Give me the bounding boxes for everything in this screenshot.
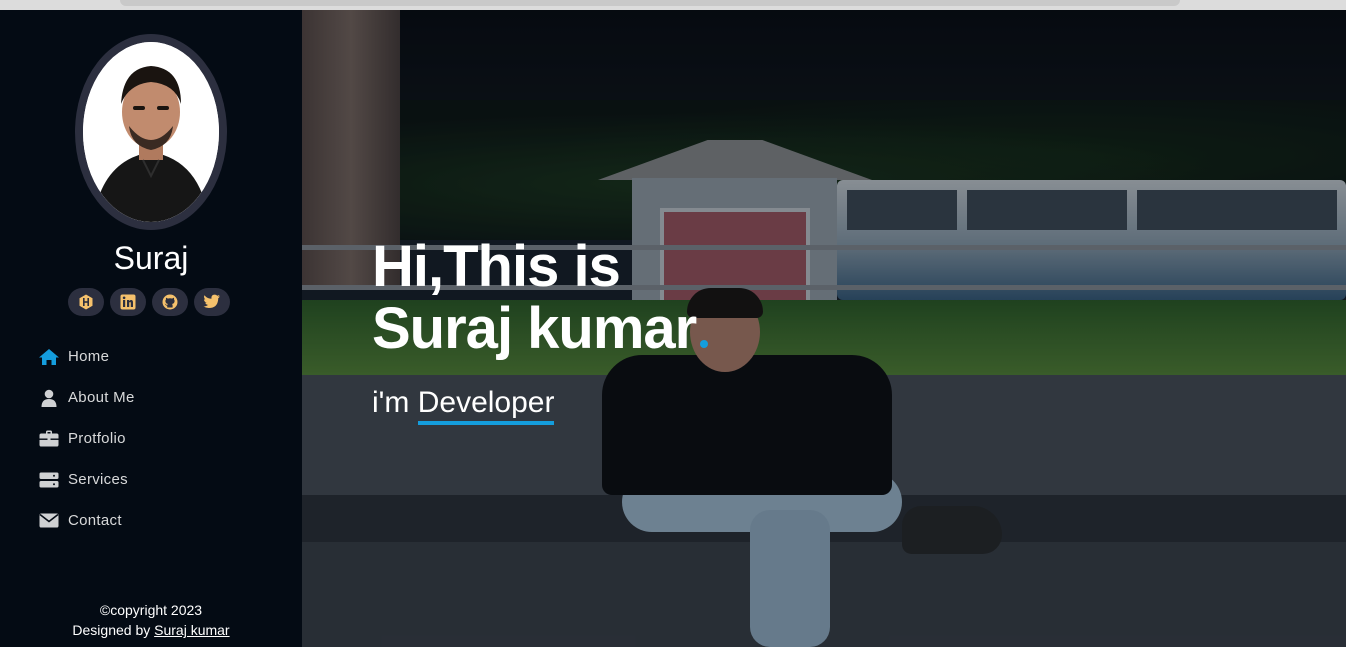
copyright-text: ©copyright 2023	[99, 602, 203, 618]
nav-item-contact[interactable]: Contact	[38, 500, 135, 541]
hashnode-icon	[79, 294, 93, 310]
hero-section: Hi,This is Suraj kumar i'm Developer	[302, 10, 1346, 647]
nav-item-services[interactable]: Services	[38, 459, 135, 500]
twitter-link[interactable]	[194, 288, 230, 316]
nav-item-about[interactable]: About Me	[38, 377, 135, 418]
github-link[interactable]	[152, 288, 188, 316]
accent-dot	[700, 340, 709, 348]
home-icon	[38, 348, 60, 366]
avatar-frame	[75, 34, 227, 230]
nav-item-label: About Me	[68, 389, 135, 406]
nav-item-label: Home	[68, 348, 110, 365]
hero-title-line2: Suraj kumar	[372, 296, 697, 361]
hero-title: Hi,This is Suraj kumar	[372, 234, 709, 361]
hero-title-line2-wrap: Suraj kumar	[372, 296, 709, 361]
social-links	[68, 288, 230, 316]
linkedin-icon	[120, 294, 136, 310]
author-link[interactable]: Suraj kumar	[154, 622, 229, 638]
envelope-icon	[38, 513, 60, 528]
nav-item-label: Contact	[68, 512, 122, 529]
nav-item-portfolio[interactable]: Protfolio	[38, 418, 135, 459]
browser-tab-bar	[120, 0, 1180, 6]
hero-prefix: i'm	[372, 386, 410, 419]
hero-title-line1: Hi,This is	[372, 234, 621, 299]
avatar-portrait	[83, 42, 219, 222]
hero-subtitle: i'm Developer	[372, 386, 555, 425]
server-icon	[38, 472, 60, 488]
profile-name: Suraj	[113, 240, 189, 276]
nav-item-home[interactable]: Home	[38, 336, 135, 377]
designer-credit: Designed by Suraj kumar	[0, 620, 302, 640]
github-icon	[162, 294, 178, 310]
browser-top-strip	[0, 0, 1346, 10]
briefcase-icon	[38, 430, 60, 447]
sidebar-footer: ©copyright 2023 Designed by Suraj kumar	[0, 600, 302, 640]
sidebar-nav: Home About Me Protfolio Services Contact	[38, 336, 135, 541]
designed-by-text: Designed by	[72, 622, 151, 638]
sidebar: Suraj Home About Me Protfolio Services C…	[0, 10, 302, 647]
hashnode-link[interactable]	[68, 288, 104, 316]
linkedin-link[interactable]	[110, 288, 146, 316]
twitter-icon	[203, 294, 220, 308]
user-icon	[38, 389, 60, 407]
nav-item-label: Services	[68, 471, 128, 488]
nav-item-label: Protfolio	[68, 430, 126, 447]
avatar	[83, 42, 219, 222]
hero-role: Developer	[417, 386, 555, 425]
